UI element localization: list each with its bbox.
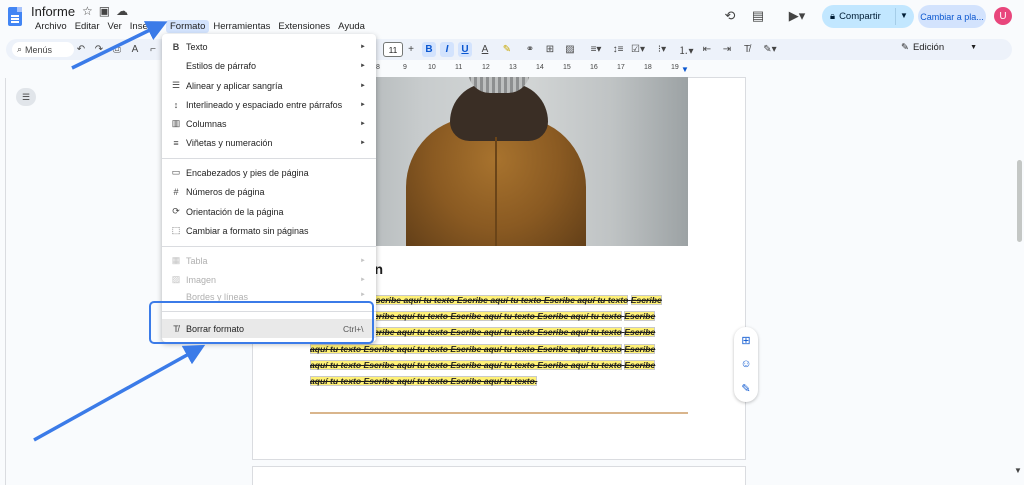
arrow-to-formato-menu: [71, 21, 168, 70]
annotation-arrows: [33, 21, 206, 442]
arrow-to-borrar-formato: [33, 344, 206, 442]
